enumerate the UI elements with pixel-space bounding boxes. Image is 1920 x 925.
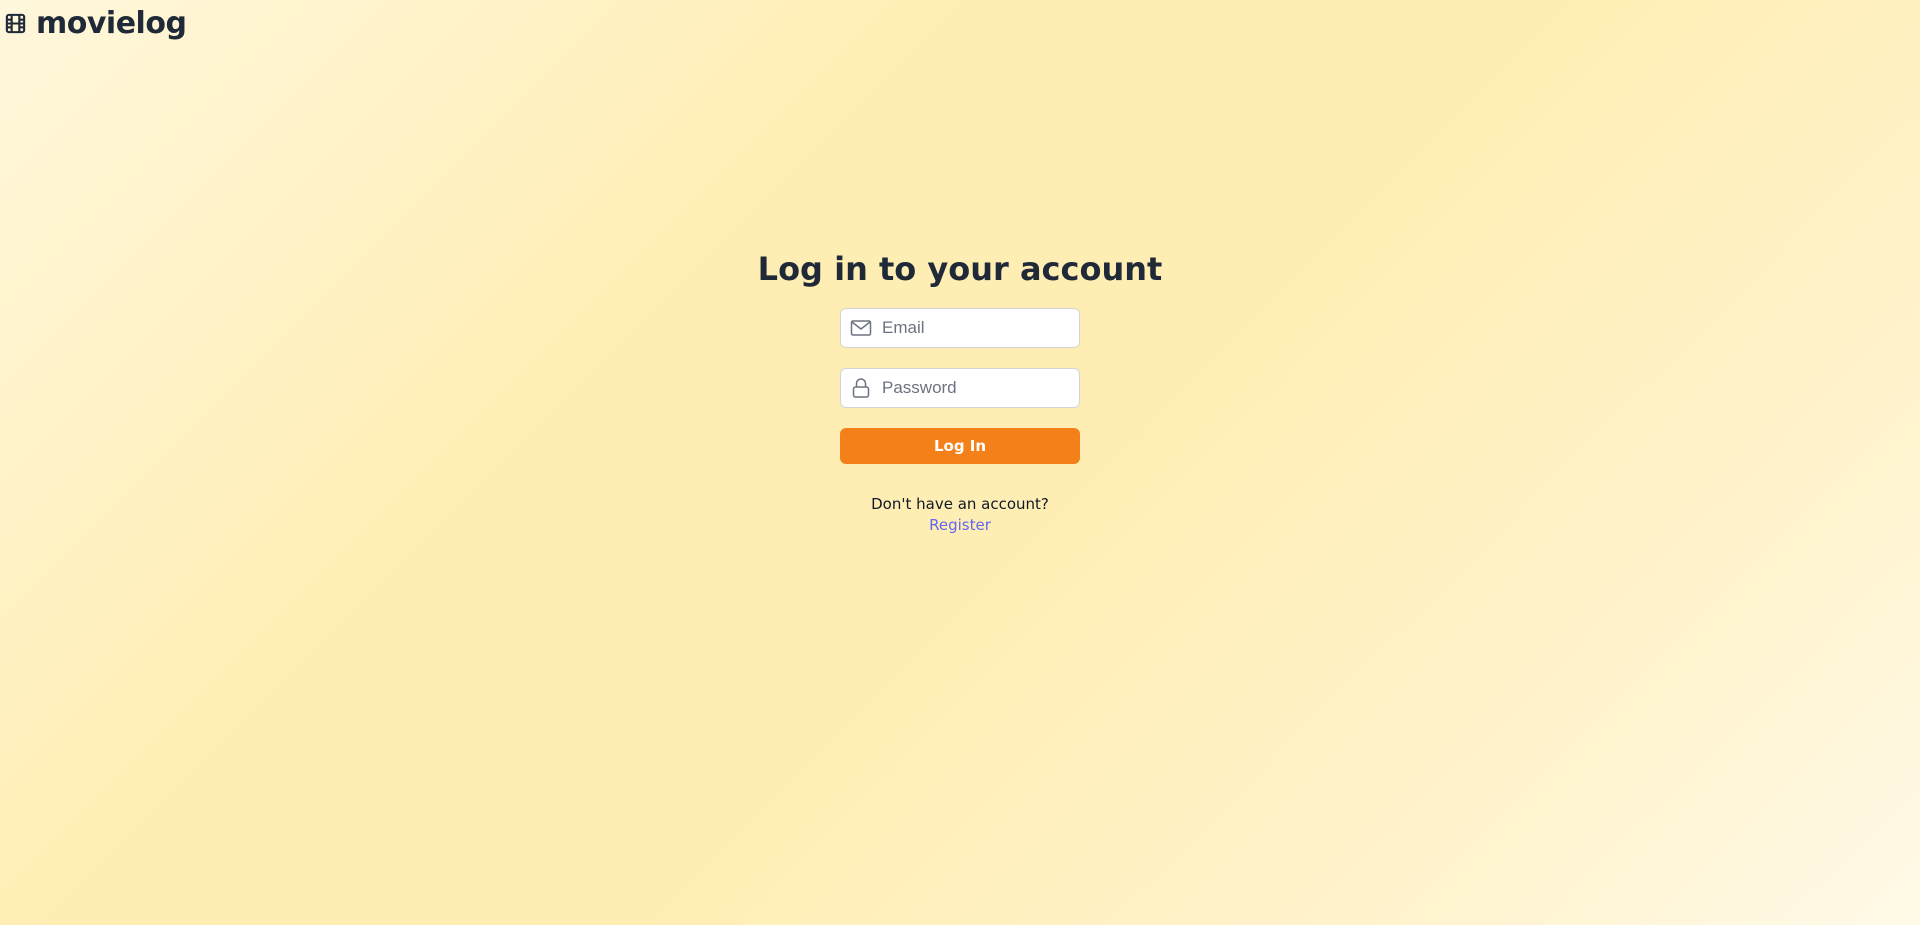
film-icon <box>5 13 26 33</box>
register-link[interactable]: Register <box>929 515 991 536</box>
password-input[interactable] <box>882 378 1072 398</box>
envelope-icon <box>850 320 872 336</box>
login-button[interactable]: Log In <box>840 428 1080 464</box>
register-prompt: Don't have an account? <box>871 495 1049 513</box>
lock-icon <box>852 378 870 398</box>
brand[interactable]: movielog <box>4 2 187 44</box>
email-input[interactable] <box>882 318 1072 338</box>
brand-name: movielog <box>36 5 187 41</box>
login-form: Log in to your account Log In Don't have… <box>0 246 1920 536</box>
page-title: Log in to your account <box>757 250 1163 288</box>
email-field[interactable] <box>840 308 1080 348</box>
password-field[interactable] <box>840 368 1080 408</box>
